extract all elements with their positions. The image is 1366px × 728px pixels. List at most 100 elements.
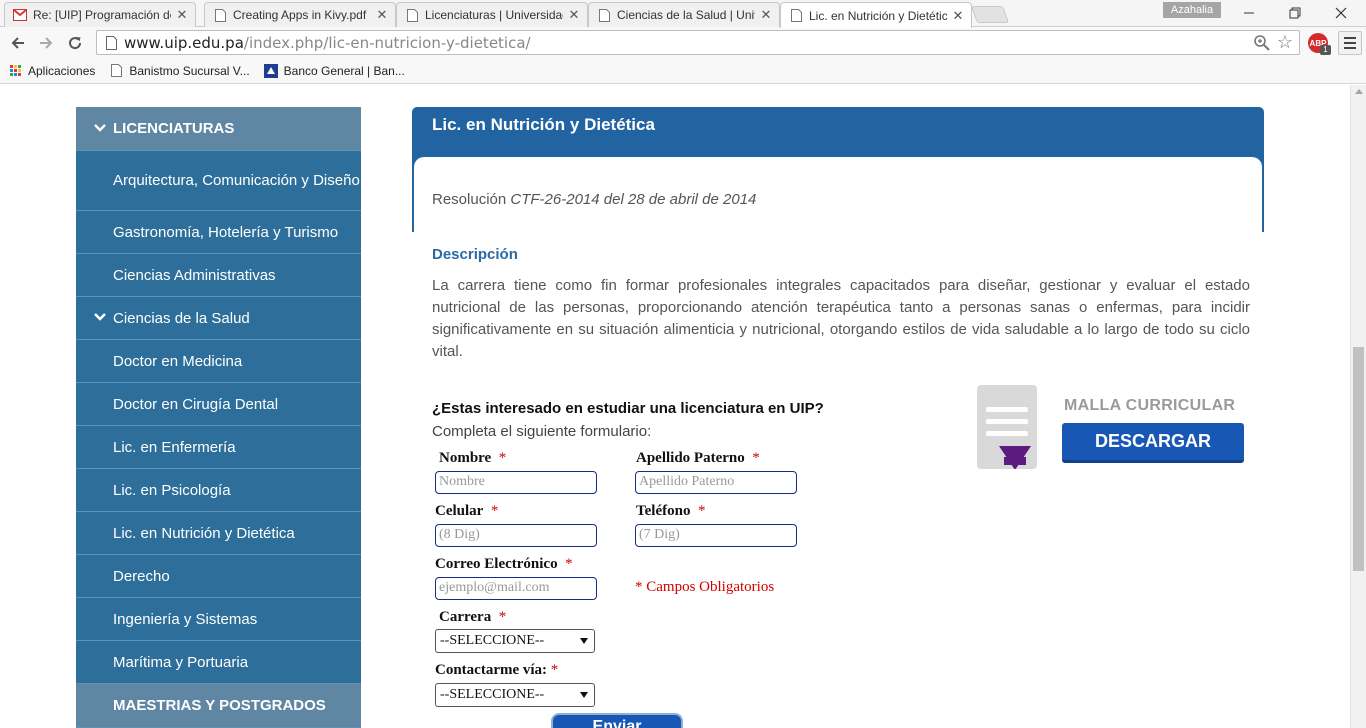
menu-icon[interactable] [1338,31,1362,55]
bookmarks-bar: Aplicaciones Banistmo Sucursal V... Banc… [0,58,1366,84]
close-icon[interactable]: ✕ [951,8,965,24]
restore-icon[interactable] [1272,0,1318,26]
tab-licenciaturas[interactable]: Licenciaturas | Universidad ✕ [396,2,588,27]
document-icon [405,8,419,22]
scroll-up-arrow-icon[interactable] [1355,89,1363,94]
tab-title: Licenciaturas | Universidad [425,8,563,22]
dropdown-arrow-icon [580,638,588,644]
description-heading: Descripción [432,246,518,263]
bookmark-label: Aplicaciones [28,63,96,78]
sidebar-item-gastronomia[interactable]: Gastronomía, Hotelería y Turismo [76,211,361,254]
carrera-label: Carrera * [439,609,507,625]
sidebar-item-label: Ingeniería y Sistemas [113,610,258,628]
bookmark-apps[interactable]: Aplicaciones [8,64,95,78]
apps-grid-icon [8,64,22,78]
page-title: Lic. en Nutrición y Dietética [432,115,655,134]
page-viewport: LICENCIATURAS Arquitectura, Comunicación… [0,85,1350,728]
sidebar-item-label: Lic. en Enfermería [113,438,236,456]
document-icon [597,8,611,22]
tab-ciencias-salud[interactable]: Ciencias de la Salud | Univ ✕ [588,2,780,27]
celular-label: Celular * [435,503,499,519]
tab-title: Lic. en Nutrición y Dietétic [809,8,947,23]
required-asterisk: * [565,556,573,572]
sidebar-item-maestrias[interactable]: MAESTRIAS Y POSTGRADOS [76,684,361,728]
carrera-selected-value: --SELECCIONE-- [440,633,545,648]
bookmark-banco-general[interactable]: Banco General | Ban... [263,63,405,78]
telefono-input[interactable]: (7 Dig) [635,524,797,547]
zoom-icon[interactable] [1253,34,1271,52]
profile-badge[interactable]: Azahalia [1163,2,1221,18]
tab-title: Creating Apps in Kivy.pdf [233,8,367,22]
sidebar-item-enfermeria[interactable]: Lic. en Enfermería [76,426,361,469]
sidebar-item-label: Arquitectura, Comunicación y Diseño [113,172,360,189]
sidebar-item-derecho[interactable]: Derecho [76,555,361,598]
sidebar-item-label: Lic. en Psicología [113,481,231,499]
sidebar-item-maritima[interactable]: Marítima y Portuaria [76,641,361,684]
bookmark-label: Banistmo Sucursal V... [129,63,250,78]
celular-input[interactable]: (8 Dig) [435,524,597,547]
back-arrow-icon[interactable] [6,31,30,55]
url-path: /index.php/lic-en-nutricion-y-dietetica/ [243,33,531,52]
form-subtitle: Completa el siguiente formulario: [432,423,652,440]
gmail-icon [13,8,27,22]
resolution-text: Resolución CTF-26-2014 del 28 de abril d… [432,191,756,208]
address-bar[interactable]: www.uip.edu.pa/index.php/lic-en-nutricio… [96,30,1300,55]
chevron-down-icon [94,123,106,132]
carrera-select[interactable]: --SELECCIONE-- [435,629,595,653]
resolution-value: CTF-26-2014 del 28 de abril de 2014 [510,191,757,208]
close-icon[interactable]: ✕ [759,7,773,23]
page-scrollbar[interactable] [1350,85,1366,728]
sidebar-item-label: Ciencias Administrativas [113,266,276,284]
required-asterisk: * [498,609,507,625]
contacto-select[interactable]: --SELECCIONE-- [435,683,595,707]
correo-input[interactable]: ejemplo@mail.com [435,577,597,600]
telefono-label: Teléfono * [636,503,706,519]
sidebar-item-licenciaturas[interactable]: LICENCIATURAS [76,107,361,151]
tab-title: Re: [UIP] Programación de [33,8,171,22]
download-button[interactable]: DESCARGAR [1062,423,1244,463]
sidebar-item-ciencias-administrativas[interactable]: Ciencias Administrativas [76,254,361,297]
contacto-label: Contactarme vía: * [435,662,559,678]
sidebar-item-arquitectura[interactable]: Arquitectura, Comunicación y Diseño [76,151,361,211]
apellido-label: Apellido Paterno * [636,450,760,466]
minimize-icon[interactable] [1226,0,1272,26]
close-icon[interactable]: ✕ [567,7,581,23]
sidebar-item-label: Marítima y Portuaria [113,653,249,671]
sidebar-item-psicologia[interactable]: Lic. en Psicología [76,469,361,512]
scroll-thumb[interactable] [1353,347,1364,571]
sidebar-item-ingenieria[interactable]: Ingeniería y Sistemas [76,598,361,641]
correo-label: Correo Electrónico * [435,556,573,572]
bookmark-star-icon[interactable]: ☆ [1275,32,1295,52]
tab-gmail[interactable]: Re: [UIP] Programación de ✕ [4,2,196,27]
tab-strip: Re: [UIP] Programación de ✕ Creating App… [0,0,1366,28]
document-icon [789,9,803,23]
program-title-panel: Lic. en Nutrición y Dietética [412,107,1264,235]
page-icon [102,34,120,52]
malla-curricular-label: MALLA CURRICULAR [1064,397,1236,414]
submit-button[interactable]: Enviar [551,713,683,728]
required-asterisk: * [550,662,559,678]
close-icon[interactable]: ✕ [175,7,189,23]
sidebar-item-label: Gastronomía, Hotelería y Turismo [113,223,339,241]
sidebar-item-medicina[interactable]: Doctor en Medicina [76,340,361,383]
bookmark-banistmo[interactable]: Banistmo Sucursal V... [109,63,250,78]
sidebar-item-label: Doctor en Cirugía Dental [113,395,279,413]
chevron-down-icon [94,313,106,321]
required-asterisk: * [490,503,499,519]
url-host: www.uip.edu.pa [124,33,244,52]
forward-arrow-icon[interactable] [34,31,58,55]
sidebar-item-nutricion[interactable]: Lic. en Nutrición y Dietética [76,512,361,555]
sidebar-item-cirugia-dental[interactable]: Doctor en Cirugía Dental [76,383,361,426]
tab-nutricion-active[interactable]: Lic. en Nutrición y Dietétic ✕ [780,2,972,28]
new-tab-button[interactable] [970,6,1010,23]
contacto-selected-value: --SELECCIONE-- [440,687,545,702]
document-download-icon[interactable] [977,385,1037,470]
reload-icon[interactable] [63,31,87,55]
nombre-input[interactable]: Nombre [435,471,597,494]
window-close-icon[interactable] [1318,0,1364,26]
close-icon[interactable]: ✕ [375,7,389,23]
tab-kivy-pdf[interactable]: Creating Apps in Kivy.pdf ✕ [204,2,396,27]
sidebar-item-ciencias-salud[interactable]: Ciencias de la Salud [76,297,361,340]
apellido-input[interactable]: Apellido Paterno [635,471,797,494]
url-text: www.uip.edu.pa/index.php/lic-en-nutricio… [124,34,531,52]
